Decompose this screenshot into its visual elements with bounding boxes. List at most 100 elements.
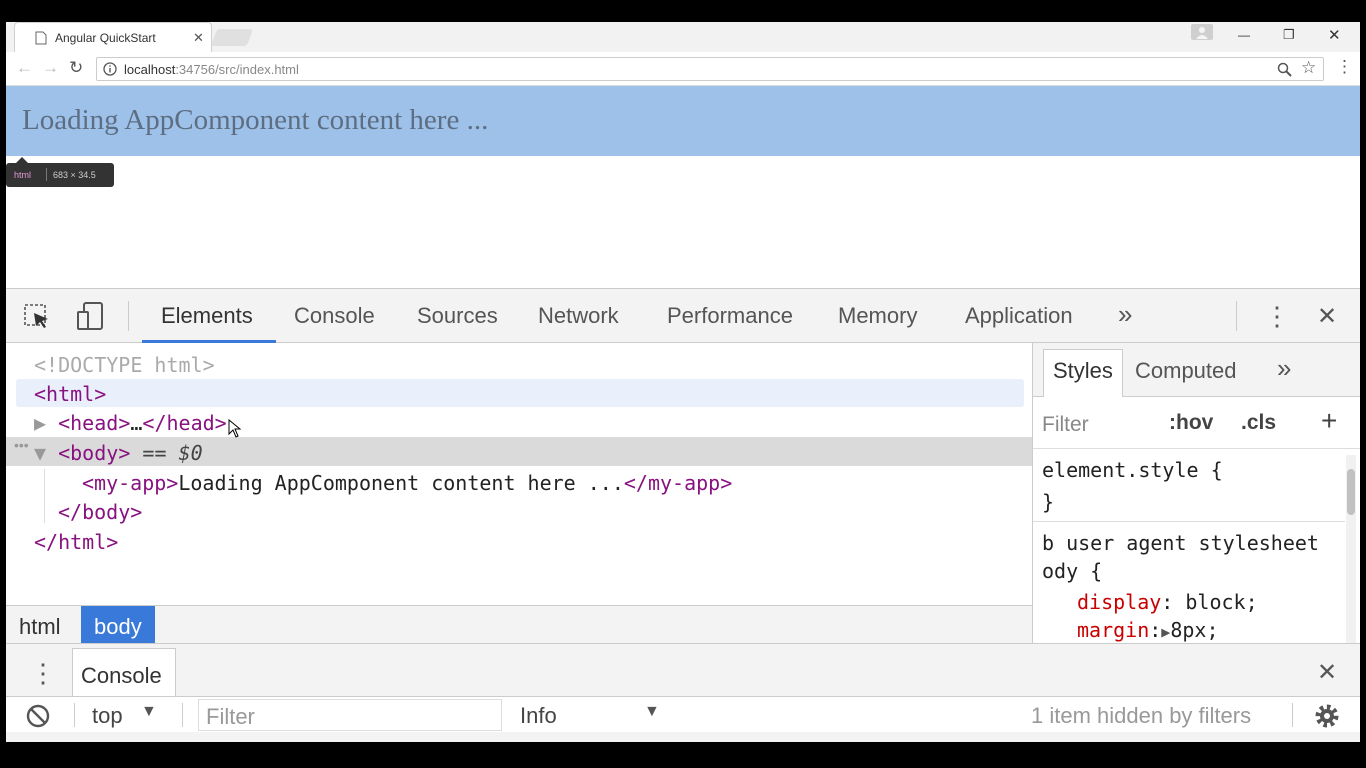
context-selector[interactable]: top xyxy=(92,703,123,729)
url-bar[interactable]: localhost:34756/src/index.html ☆ xyxy=(96,57,1324,81)
restore-button[interactable]: ❐ xyxy=(1283,27,1295,43)
more-styles-tabs-icon[interactable]: » xyxy=(1277,353,1291,384)
console-divider-1 xyxy=(74,703,75,727)
styles-scrollbar[interactable] xyxy=(1346,455,1356,643)
myapp-tag-name: my-app xyxy=(94,471,167,495)
hover-row-highlight xyxy=(16,379,1024,407)
breadcrumb-html[interactable]: html xyxy=(6,606,74,644)
url-host: localhost xyxy=(124,62,176,77)
device-toolbar-icon[interactable] xyxy=(76,301,106,331)
head-close-tag-name: head xyxy=(166,411,215,435)
cls-toggle[interactable]: .cls xyxy=(1241,411,1276,435)
info-icon[interactable] xyxy=(103,62,117,76)
hidden-items-status: 1 item hidden by filters xyxy=(1031,703,1252,728)
doctype-node[interactable]: <!DOCTYPE html> xyxy=(34,353,215,377)
reload-icon[interactable]: ↻ xyxy=(69,58,83,78)
inspect-tooltip: html 683 × 34.5 xyxy=(6,163,114,187)
tab-elements[interactable]: Elements xyxy=(161,303,253,329)
console-drawer: ⋮ Console ✕ top ▼ Filter Info ▼ 1 item h… xyxy=(6,643,1360,742)
body-close-node[interactable]: </body> xyxy=(58,500,142,524)
display-prop-name: display xyxy=(1077,590,1162,614)
my-app-node[interactable]: <my-app>Loading AppComponent content her… xyxy=(82,471,732,495)
myapp-text: Loading AppComponent content here ... xyxy=(178,471,624,495)
tab-sources[interactable]: Sources xyxy=(417,303,498,329)
tab-computed[interactable]: Computed xyxy=(1135,358,1237,384)
close-devtools-icon[interactable]: ✕ xyxy=(1317,302,1337,331)
toolbar-divider xyxy=(128,301,129,331)
expand-triangle-icon[interactable]: ▶ xyxy=(34,411,58,435)
new-tab-button[interactable] xyxy=(210,29,254,46)
tab-styles[interactable]: Styles xyxy=(1053,358,1113,384)
html-close-node[interactable]: </html> xyxy=(34,530,118,554)
scrollbar-thumb[interactable] xyxy=(1347,469,1355,515)
element-style-rule[interactable]: element.style { xyxy=(1042,458,1223,482)
expand-margin-icon[interactable]: ▶ xyxy=(1161,623,1170,641)
url-path: :34756/src/index.html xyxy=(175,62,299,77)
tab-memory[interactable]: Memory xyxy=(838,303,917,329)
head-node[interactable]: ▶ <head>…</head> xyxy=(34,411,227,435)
row-dots: ••• xyxy=(14,437,29,453)
head-ellipsis: … xyxy=(130,411,143,435)
close-drawer-icon[interactable]: ✕ xyxy=(1317,658,1337,687)
styles-pane: Styles Computed » Filter :hov .cls + ele… xyxy=(1032,343,1360,643)
tooltip-tag: html xyxy=(14,170,32,180)
tree-guide xyxy=(44,469,45,523)
bookmark-star-icon[interactable]: ☆ xyxy=(1301,58,1316,78)
tab-application[interactable]: Application xyxy=(965,303,1073,329)
forward-arrow-icon[interactable]: → xyxy=(42,58,59,78)
close-window-button[interactable]: ✕ xyxy=(1328,26,1341,44)
console-toolbar: top ▼ Filter Info ▼ 1 item hidden by fil… xyxy=(6,696,1360,732)
devtools-toolbar: Elements Console Sources Network Perform… xyxy=(6,289,1360,343)
browser-window: Angular QuickStart ✕ — ❐ ✕ ← → ↻ localho… xyxy=(6,22,1360,742)
drawer-menu-icon[interactable]: ⋮ xyxy=(30,658,56,689)
tab-network[interactable]: Network xyxy=(538,303,619,329)
body-selected-marker: == $0 xyxy=(130,441,203,465)
my-app-highlight: Loading AppComponent content here ... xyxy=(6,86,1360,156)
address-toolbar: ← → ↻ localhost:34756/src/index.html ☆ ⋮ xyxy=(6,53,1360,86)
mouse-cursor-icon xyxy=(228,419,242,438)
element-style-close: } xyxy=(1042,490,1055,514)
elements-tree: ••• <!DOCTYPE html> <html> ▶ <head>…</he… xyxy=(6,343,1032,605)
styles-filter-row: Filter :hov .cls + xyxy=(1033,397,1360,449)
margin-prop-name: margin xyxy=(1077,618,1150,642)
rule-divider xyxy=(1033,521,1345,522)
log-level-dropdown-icon[interactable]: ▼ xyxy=(644,703,660,721)
more-tabs-icon[interactable]: » xyxy=(1118,299,1132,330)
margin-property[interactable]: margin:▶8px; xyxy=(1077,618,1219,642)
collapse-triangle-icon[interactable]: ▼ xyxy=(34,441,58,465)
console-settings-gear-icon[interactable] xyxy=(1313,702,1341,730)
url-text[interactable]: localhost:34756/src/index.html xyxy=(124,62,299,77)
body-selector: ody { xyxy=(1042,559,1103,583)
tab-performance[interactable]: Performance xyxy=(667,303,793,329)
browser-tab[interactable]: Angular QuickStart ✕ xyxy=(14,22,212,52)
chrome-menu-icon[interactable]: ⋮ xyxy=(1336,57,1353,77)
margin-prop-value: 8px; xyxy=(1170,618,1219,642)
html-node[interactable]: <html> xyxy=(34,382,106,406)
body-tag-name: body xyxy=(70,441,119,465)
styles-filter-input[interactable]: Filter xyxy=(1042,413,1089,437)
drawer-console-tab[interactable]: Console xyxy=(72,648,176,698)
styles-tabbar: Styles Computed » xyxy=(1033,343,1360,397)
tab-console[interactable]: Console xyxy=(294,303,375,329)
inspect-element-icon[interactable] xyxy=(24,304,52,330)
clear-console-icon[interactable] xyxy=(25,703,51,729)
hov-toggle[interactable]: :hov xyxy=(1169,411,1213,435)
ua-stylesheet-label: b user agent stylesheet xyxy=(1042,531,1319,555)
display-property[interactable]: display: block; xyxy=(1077,590,1258,614)
log-level-select[interactable]: Info xyxy=(520,703,557,729)
breadcrumb-body[interactable]: body xyxy=(81,606,155,644)
tab-title: Angular QuickStart xyxy=(55,31,156,45)
console-divider-2 xyxy=(182,703,183,727)
devtools-menu-icon[interactable]: ⋮ xyxy=(1264,301,1290,332)
zoom-icon[interactable] xyxy=(1277,62,1293,78)
tab-close-button[interactable]: ✕ xyxy=(193,30,204,46)
body-node[interactable]: ▼ <body> == $0 xyxy=(34,441,203,465)
minimize-button[interactable]: — xyxy=(1238,28,1250,42)
console-filter-input[interactable]: Filter xyxy=(198,699,502,731)
back-arrow-icon[interactable]: ← xyxy=(16,58,33,78)
context-dropdown-icon[interactable]: ▼ xyxy=(141,703,157,721)
console-divider-3 xyxy=(1292,703,1293,727)
new-rule-button[interactable]: + xyxy=(1321,405,1337,437)
breadcrumb: html body xyxy=(6,605,1032,644)
profile-avatar-icon[interactable] xyxy=(1191,24,1213,40)
